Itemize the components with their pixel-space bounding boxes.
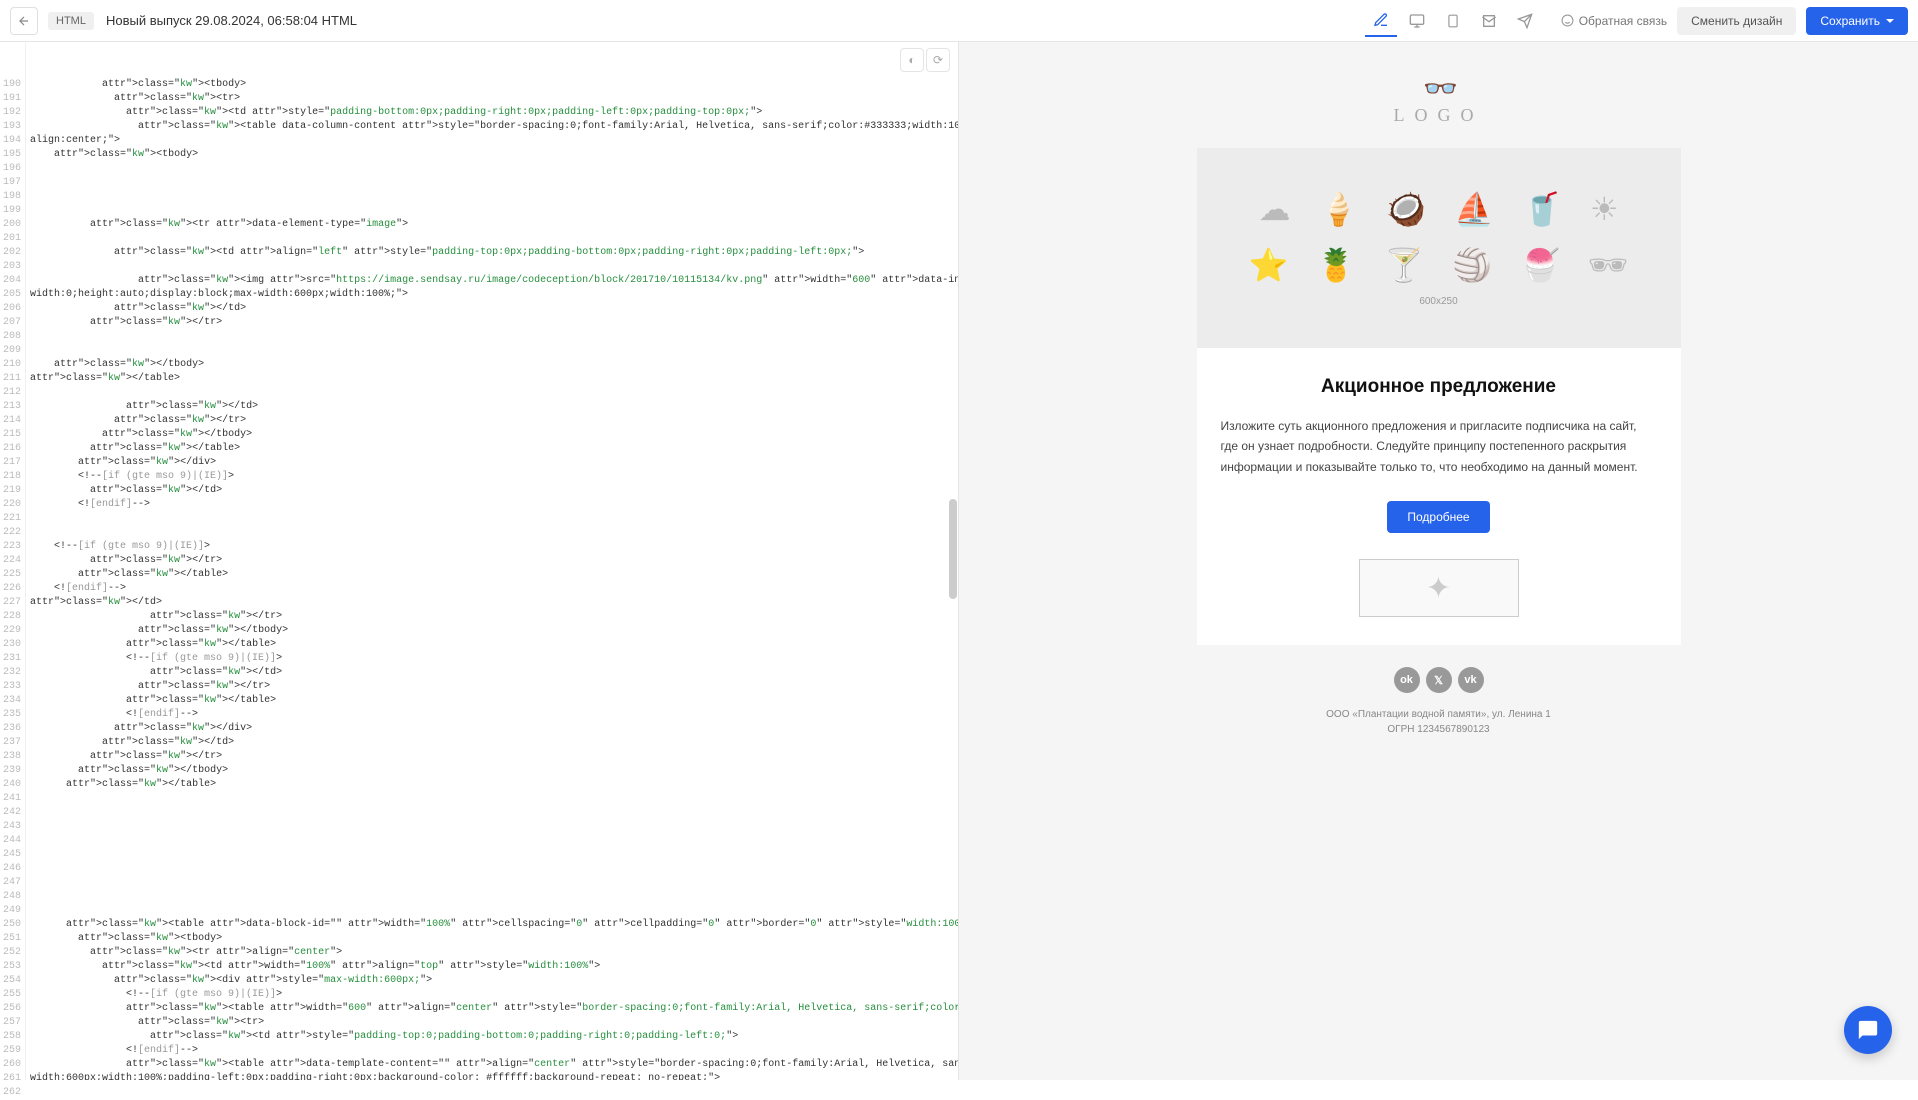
mobile-preview-icon[interactable]	[1437, 5, 1469, 37]
save-button[interactable]: Сохранить	[1806, 7, 1908, 35]
document-title: Новый выпуск 29.08.2024, 06:58:04 HTML	[106, 13, 1365, 28]
top-toolbar: HTML Новый выпуск 29.08.2024, 06:58:04 H…	[0, 0, 1918, 42]
content-card: Акционное предложение Изложите суть акци…	[1197, 348, 1681, 645]
chat-fab[interactable]	[1844, 1006, 1892, 1054]
code-editor-pane: ◐ ⟳ 190191192193194195196197198199200201…	[0, 42, 959, 1080]
more-button[interactable]: Подробнее	[1387, 501, 1489, 533]
back-button[interactable]	[10, 7, 38, 35]
inbox-icon[interactable]	[1473, 5, 1505, 37]
hero-dimensions: 600x250	[1419, 296, 1457, 307]
starfish-icon: ⭐	[1249, 246, 1289, 284]
format-badge: HTML	[48, 12, 94, 30]
offer-heading: Акционное предложение	[1221, 376, 1657, 398]
scrollbar-thumb[interactable]	[949, 499, 957, 599]
feedback-label: Обратная связь	[1579, 14, 1667, 28]
send-icon[interactable]	[1509, 5, 1541, 37]
sunglasses-icon: 🕶	[1588, 246, 1629, 284]
sponsor-placeholder: ✦	[1359, 559, 1519, 617]
line-gutter: 1901911921931941951961971981992002012022…	[0, 42, 26, 1080]
vk-icon[interactable]: vk	[1458, 667, 1484, 693]
desktop-preview-icon[interactable]	[1401, 5, 1433, 37]
chevron-down-icon	[1886, 19, 1894, 23]
history-icon[interactable]: ⟳	[926, 48, 950, 72]
popsicle-icon: 🍦	[1318, 190, 1358, 228]
pineapple-icon: 🍍	[1316, 246, 1356, 284]
save-label: Сохранить	[1820, 14, 1880, 28]
edit-mode-icon[interactable]	[1365, 5, 1397, 37]
email-preview-pane: 👓 LOGO ☁ 🍦 🥥 ⛵ 🥤 ☀ ⭐ 🍍 🍸 🏐 🍧 🕶 600x250 А…	[959, 42, 1918, 1080]
social-icons: ok 𝕏 vk	[1394, 667, 1484, 693]
cloud-icon: ☁	[1258, 190, 1290, 228]
drink-icon: 🥤	[1522, 190, 1562, 228]
coconut-icon: 🥥	[1386, 190, 1426, 228]
footer-ogrn: ОГРН 1234567890123	[1326, 722, 1551, 737]
ball-icon: 🏐	[1452, 246, 1492, 284]
sun-icon: ☀	[1590, 190, 1619, 228]
code-area[interactable]: attr">class="kw"><tbody> attr">class="kw…	[26, 42, 958, 1080]
icecream-icon: 🍧	[1520, 246, 1560, 284]
logo-text: LOGO	[1394, 105, 1484, 126]
footer-text: ООО «Плантации водной памяти», ул. Ленин…	[1326, 707, 1551, 737]
ok-icon[interactable]: ok	[1394, 667, 1420, 693]
cocktail-icon: 🍸	[1384, 246, 1424, 284]
theme-toggle-icon[interactable]: ◐	[900, 48, 924, 72]
editor-scrollbar[interactable]	[948, 78, 958, 1080]
feedback-link[interactable]: Обратная связь	[1561, 14, 1667, 28]
hero-image-placeholder: ☁ 🍦 🥥 ⛵ 🥤 ☀ ⭐ 🍍 🍸 🏐 🍧 🕶 600x250	[1197, 148, 1681, 348]
change-design-button[interactable]: Сменить дизайн	[1677, 7, 1796, 35]
sailboat-icon: ⛵	[1454, 190, 1494, 228]
logo-block: 👓 LOGO	[1394, 72, 1484, 126]
offer-body: Изложите суть акционного предложения и п…	[1221, 416, 1657, 477]
footer-company: ООО «Плантации водной памяти», ул. Ленин…	[1326, 707, 1551, 722]
x-icon[interactable]: 𝕏	[1426, 667, 1452, 693]
glasses-icon: 👓	[1394, 72, 1484, 105]
